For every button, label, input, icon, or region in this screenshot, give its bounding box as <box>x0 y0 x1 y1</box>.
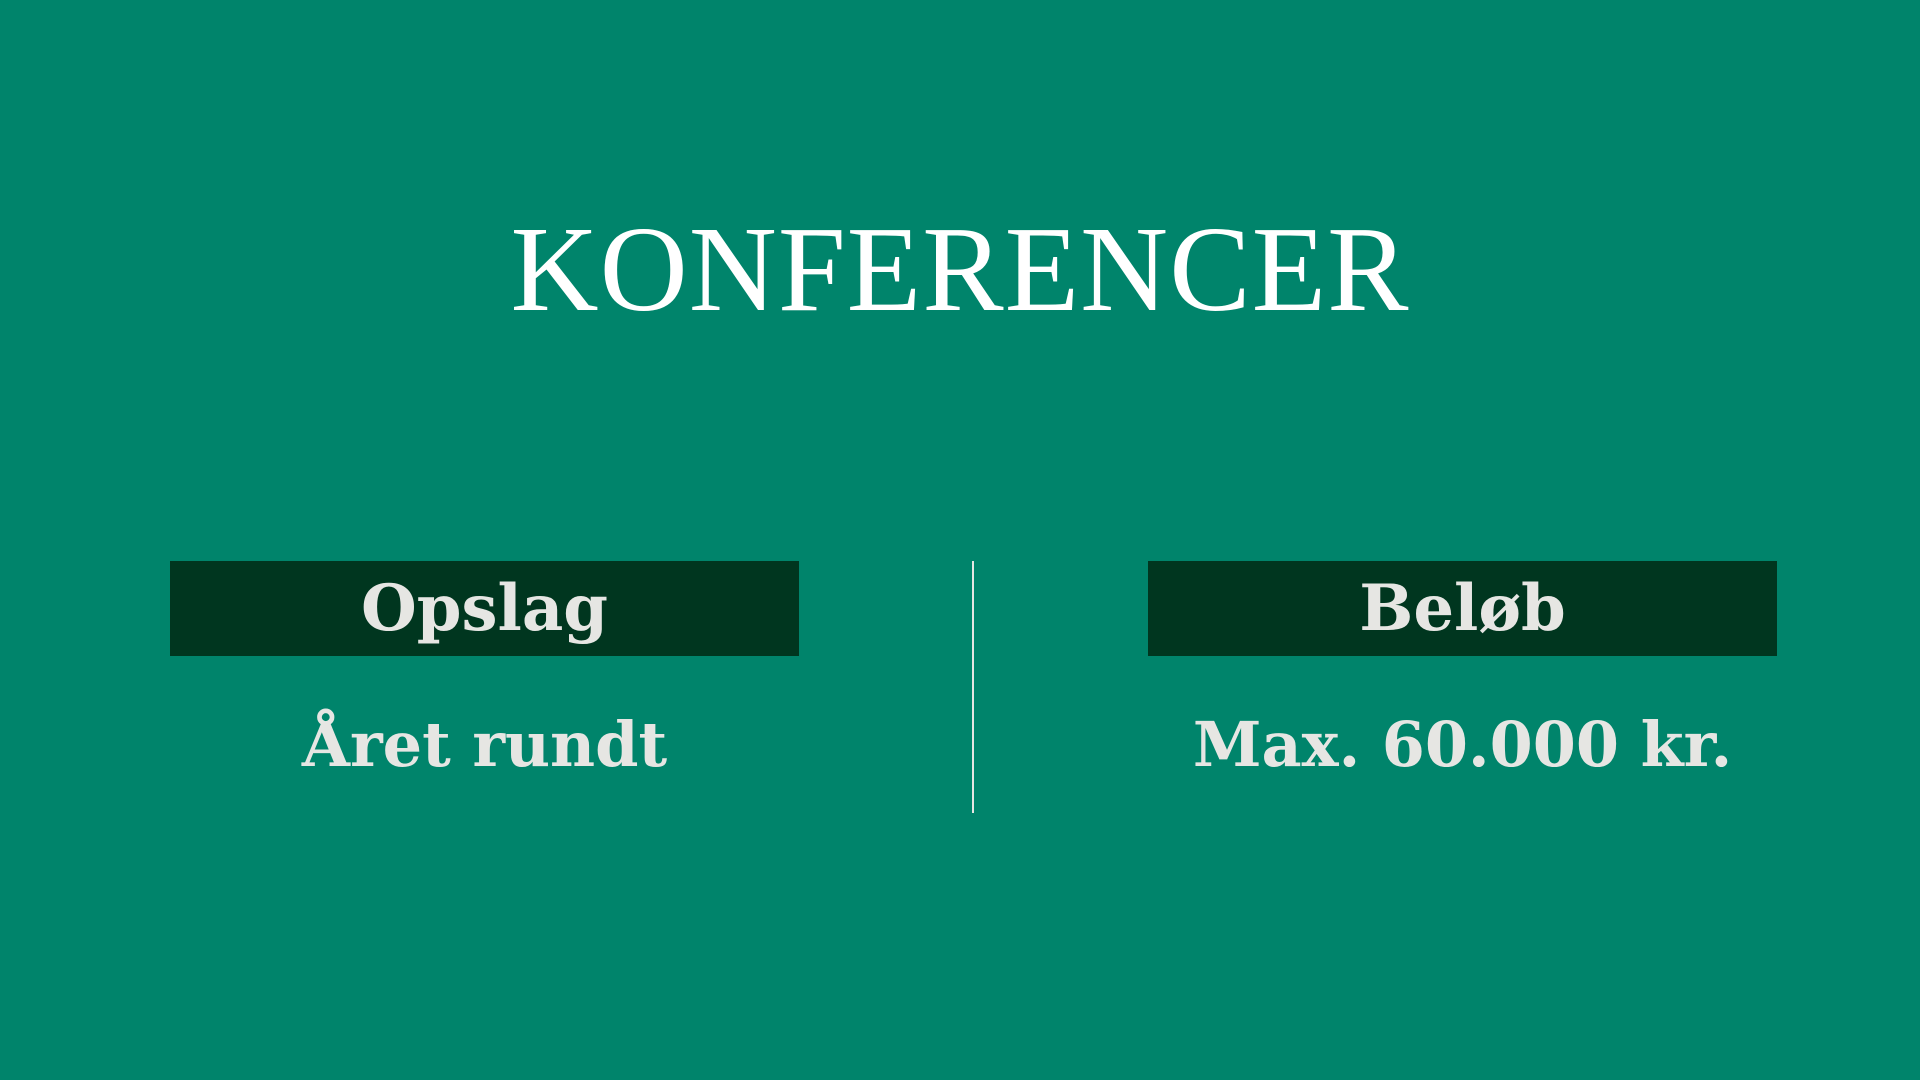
opslag-value: Året rundt <box>301 708 668 781</box>
beloeb-value: Max. 60.000 kr. <box>1192 708 1733 781</box>
opslag-header: Opslag <box>170 561 799 656</box>
column-divider <box>972 561 974 813</box>
beloeb-header: Beløb <box>1148 561 1777 656</box>
beloeb-header-label: Beløb <box>1359 571 1566 646</box>
opslag-header-label: Opslag <box>360 571 609 646</box>
slide-title: KONFERENCER <box>510 202 1410 337</box>
